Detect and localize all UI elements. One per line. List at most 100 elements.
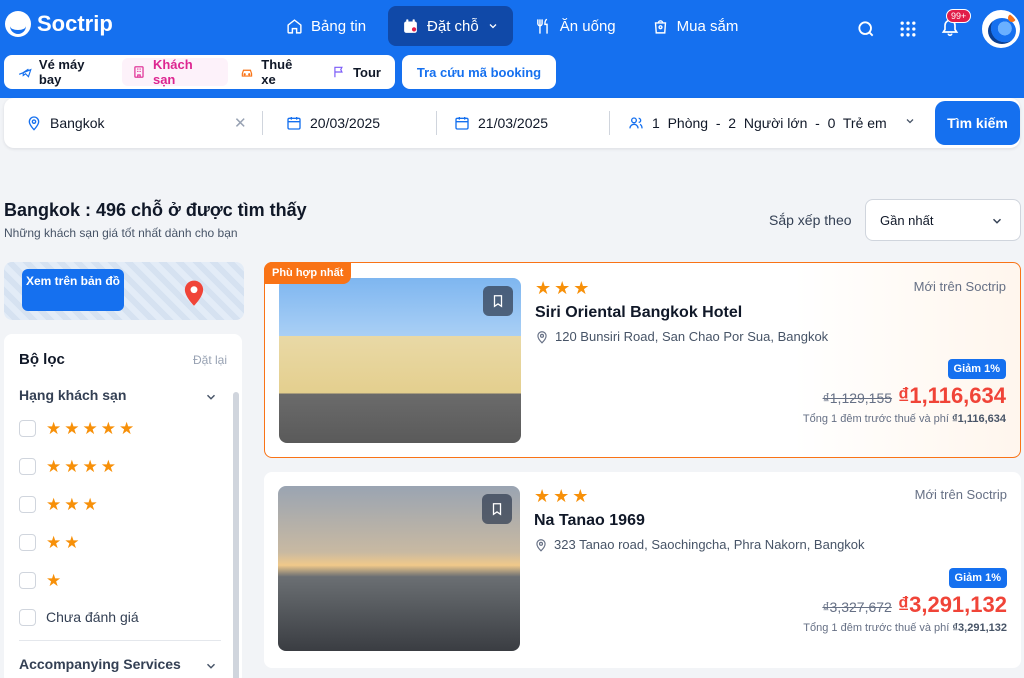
booking-type-tabs: Vé máy bay Khách sạn Thuê xe Tour <box>4 55 395 89</box>
hotel-name[interactable]: Siri Oriental Bangkok Hotel <box>535 304 742 322</box>
booking-lookup-button[interactable]: Tra cứu mã booking <box>402 55 556 89</box>
price-row: ₫3,327,672 ₫3,291,132 <box>822 592 1007 618</box>
checkbox[interactable] <box>19 457 36 475</box>
logo-icon <box>5 11 31 37</box>
unrated-label: Chưa đánh giá <box>46 609 139 625</box>
home-icon <box>287 18 302 34</box>
nav-item-newsfeed[interactable]: Bảng tin <box>272 6 380 46</box>
divider <box>262 111 263 135</box>
filter-rating-2[interactable]: ★ ★ <box>19 532 80 552</box>
car-icon <box>242 69 253 77</box>
hotel-stars: ★ ★ ★ <box>534 486 589 506</box>
nav-label: Bảng tin <box>311 17 367 35</box>
filter-rating-1[interactable]: ★ <box>19 570 61 590</box>
location-pin-icon <box>536 538 546 552</box>
price-note: Tổng 1 đêm trước thuế và phí ₫1,116,634 <box>803 413 1006 425</box>
hotel-name[interactable]: Na Tanao 1969 <box>534 512 645 530</box>
rating-stars: ★ ★ ★ ★ <box>46 456 116 476</box>
nav-item-shopping[interactable]: Mua sắm <box>638 6 753 46</box>
hotel-address: 120 Bunsiri Road, San Chao Por Sua, Bang… <box>535 329 828 344</box>
checkout-value: 21/03/2025 <box>478 115 549 131</box>
hotel-photo[interactable] <box>278 486 520 651</box>
rating-stars: ★ ★ ★ ★ ★ <box>46 418 135 438</box>
map-preview: Xem trên bản đồ <box>4 262 244 320</box>
address-text: 323 Tanao road, Saochingcha, Phra Nakorn… <box>554 537 865 552</box>
filter-scrollbar[interactable] <box>233 392 239 678</box>
checkin-value: 20/03/2025 <box>310 115 381 131</box>
chevron-down-icon[interactable] <box>204 390 218 404</box>
price-note-amount: ₫3,291,132 <box>952 622 1007 634</box>
calendar-icon <box>404 18 417 33</box>
filter-rating-4[interactable]: ★ ★ ★ ★ <box>19 456 116 476</box>
nav-item-dining[interactable]: Ăn uống <box>521 6 630 46</box>
nav-label: Đặt chỗ <box>427 17 479 35</box>
current-price: ₫1,116,634 <box>898 383 1006 408</box>
checkout-date-field[interactable]: 21/03/2025 <box>454 98 548 148</box>
hotel-photo[interactable] <box>279 278 521 443</box>
logo-text: Soctrip <box>37 11 113 36</box>
soctrip-logo[interactable]: Soctrip <box>5 11 113 37</box>
price-note-amount: ₫1,116,634 <box>952 413 1006 425</box>
services-section-title[interactable]: Accompanying Services <box>19 656 181 672</box>
results-subtitle: Những khách sạn giá tốt nhất dành cho bạ… <box>4 226 238 240</box>
divider <box>19 640 221 641</box>
filter-title: Bộ lọc <box>19 351 65 368</box>
guests-field[interactable]: 1 Phòng - 2 Người lớn - 0 Trẻ em <box>628 98 887 148</box>
bookmark-button[interactable] <box>482 494 512 524</box>
location-field[interactable]: Bangkok <box>26 98 104 148</box>
nav-label: Ăn uống <box>559 17 616 35</box>
price-note-text: Tổng 1 đêm trước thuế và phí <box>803 622 950 634</box>
hotel-card[interactable]: ★ ★ ★ Mới trên Soctrip Na Tanao 1969 323 T… <box>264 472 1021 668</box>
sort-dropdown[interactable]: Gần nhất <box>865 199 1021 241</box>
original-price: ₫3,327,672 <box>822 599 892 615</box>
search-icon[interactable] <box>856 19 876 39</box>
tab-car-rental[interactable]: Thuê xe <box>230 57 320 87</box>
checkbox[interactable] <box>19 533 36 551</box>
guests-value: 1 Phòng - 2 Người lớn - 0 Trẻ em <box>652 115 887 131</box>
map-pin-icon <box>184 280 204 306</box>
filter-rating-5[interactable]: ★ ★ ★ ★ ★ <box>19 418 134 438</box>
hotel-card[interactable]: Phù hợp nhất ★ ★ ★ Mới trên Soctrip Siri O… <box>264 262 1021 458</box>
divider <box>609 111 610 135</box>
hotel-search-bar: Bangkok ✕ 20/03/2025 21/03/2025 1 Phòng … <box>4 98 1020 148</box>
hotel-stars: ★ ★ ★ <box>535 278 590 298</box>
search-button[interactable]: Tìm kiếm <box>935 101 1020 145</box>
rating-stars: ★ <box>46 570 62 590</box>
discount-badge: Giảm 1% <box>947 359 1006 379</box>
clear-location-icon[interactable]: ✕ <box>234 114 247 132</box>
chevron-down-icon[interactable] <box>904 115 916 127</box>
new-on-soctrip-tag: Mới trên Soctrip <box>913 279 1006 294</box>
flag-icon <box>334 66 343 78</box>
hotel-address: 323 Tanao road, Saochingcha, Phra Nakorn… <box>534 537 865 552</box>
nav-item-booking[interactable]: Đặt chỗ <box>388 6 513 46</box>
nav-label: Mua sắm <box>676 17 739 35</box>
bookmark-button[interactable] <box>483 286 513 316</box>
sort-label: Sắp xếp theo <box>769 212 852 228</box>
location-value: Bangkok <box>50 115 105 131</box>
checkbox[interactable] <box>19 571 36 589</box>
filter-unrated[interactable]: Chưa đánh giá <box>19 607 139 627</box>
tab-label: Vé máy bay <box>38 57 85 87</box>
rating-section-title[interactable]: Hạng khách sạn <box>19 387 126 403</box>
checkin-date-field[interactable]: 20/03/2025 <box>286 98 380 148</box>
filter-rating-3[interactable]: ★ ★ ★ <box>19 494 98 514</box>
chevron-down-icon[interactable] <box>204 659 218 673</box>
plane-icon <box>18 68 32 78</box>
tab-tour[interactable]: Tour <box>322 58 391 86</box>
bookmark-icon <box>492 503 502 516</box>
tab-hotels[interactable]: Khách sạn <box>122 57 229 87</box>
best-match-badge: Phù hợp nhất <box>264 262 352 284</box>
apps-grid-icon[interactable] <box>898 19 918 39</box>
view-on-map-button[interactable]: Xem trên bản đồ <box>22 269 124 311</box>
checkbox[interactable] <box>19 495 36 513</box>
calendar-icon <box>455 117 469 130</box>
reset-filters-link[interactable]: Đặt lại <box>193 353 227 367</box>
price-note-text: Tổng 1 đêm trước thuế và phí <box>802 413 949 425</box>
shopping-bag-icon <box>654 19 666 34</box>
user-avatar[interactable] <box>982 10 1020 48</box>
notifications-button[interactable]: 99+ <box>940 8 972 42</box>
location-pin-icon <box>28 116 40 131</box>
checkbox[interactable] <box>19 419 36 437</box>
checkbox[interactable] <box>19 608 36 626</box>
tab-flights[interactable]: Vé máy bay <box>8 57 120 87</box>
